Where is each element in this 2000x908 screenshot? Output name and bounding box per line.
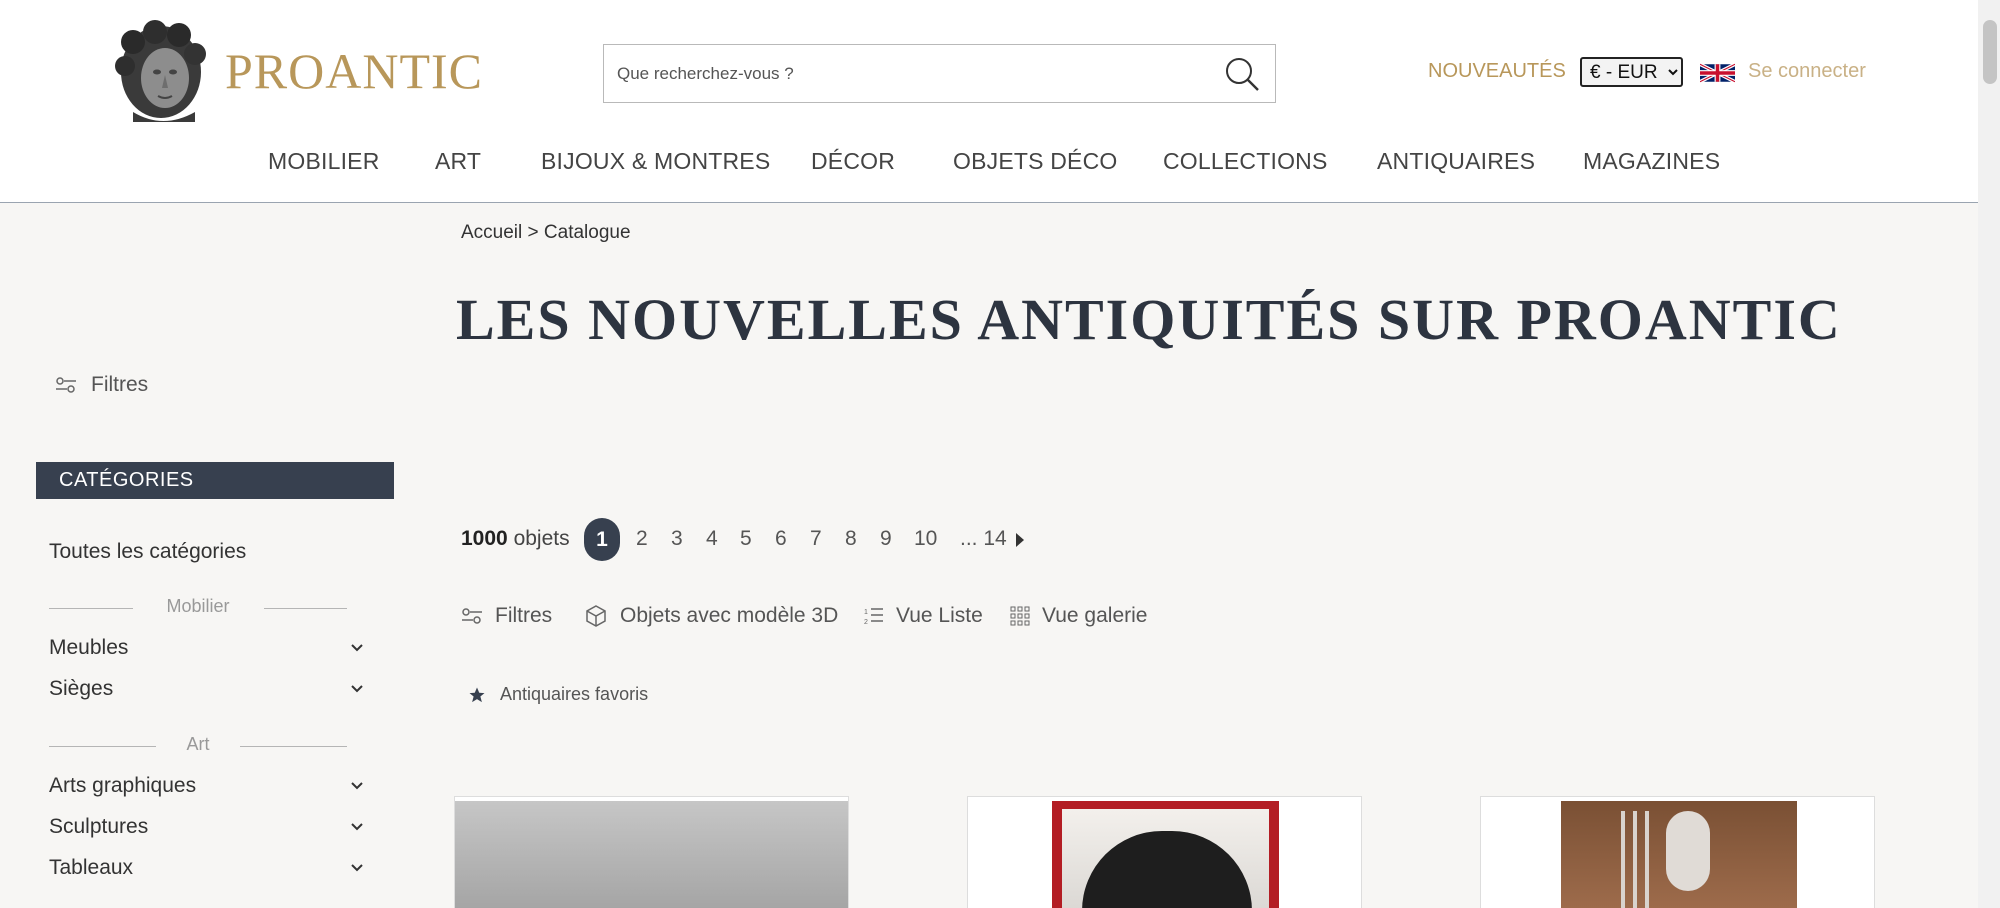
product-image bbox=[455, 801, 848, 908]
category-label: Meubles bbox=[49, 636, 129, 659]
chevron-down-icon[interactable] bbox=[349, 778, 365, 794]
result-count-number: 1000 bbox=[461, 527, 508, 550]
nav-art[interactable]: ART bbox=[435, 148, 481, 175]
search-box bbox=[603, 44, 1276, 103]
site-header: PROANTIC NOUVEAUTÉS € - EUR Se connecter… bbox=[0, 0, 1978, 203]
category-meubles[interactable]: Meubles bbox=[49, 636, 365, 666]
category-group-label: Art bbox=[186, 734, 210, 754]
filter-sliders-icon bbox=[462, 608, 482, 624]
main-navigation: MOBILIER ART BIJOUX & MONTRES DÉCOR OBJE… bbox=[0, 148, 1978, 180]
all-categories-link[interactable]: Toutes les catégories bbox=[49, 540, 246, 564]
product-card[interactable] bbox=[1480, 796, 1875, 908]
objects-3d-label: Objets avec modèle 3D bbox=[620, 604, 839, 627]
svg-text:1: 1 bbox=[864, 609, 868, 616]
page-link[interactable]: 4 bbox=[706, 527, 718, 551]
category-label: Sièges bbox=[49, 677, 114, 700]
search-input[interactable] bbox=[604, 45, 1204, 102]
category-group-label: Mobilier bbox=[166, 596, 230, 616]
page-link-last[interactable]: ... 14 bbox=[960, 527, 1007, 551]
next-page-icon[interactable] bbox=[1014, 531, 1026, 549]
category-sculptures[interactable]: Sculptures bbox=[49, 815, 365, 845]
page-current[interactable]: 1 bbox=[584, 518, 620, 561]
category-group-mobilier: Mobilier bbox=[49, 596, 347, 620]
page-link[interactable]: 7 bbox=[810, 527, 822, 551]
category-arts-graphiques[interactable]: Arts graphiques bbox=[49, 774, 365, 804]
chevron-down-icon[interactable] bbox=[349, 819, 365, 835]
page-link[interactable]: 2 bbox=[636, 527, 648, 551]
currency-select[interactable]: € - EUR bbox=[1580, 57, 1683, 87]
objects-3d-toggle[interactable]: Objets avec modèle 3D bbox=[584, 604, 838, 628]
favorite-dealers-label: Antiquaires favoris bbox=[500, 684, 649, 704]
list-view-button[interactable]: 1 2 Vue Liste bbox=[864, 604, 983, 628]
page-link[interactable]: 6 bbox=[775, 527, 787, 551]
page-link[interactable]: 9 bbox=[880, 527, 892, 551]
product-image bbox=[1052, 801, 1279, 908]
page-scrollbar[interactable] bbox=[1978, 0, 2000, 908]
star-icon bbox=[469, 687, 485, 702]
gallery-view-button[interactable]: Vue galerie bbox=[1010, 604, 1147, 628]
sidebar-filters-label: Filtres bbox=[91, 373, 149, 396]
brand-name[interactable]: PROANTIC bbox=[225, 42, 483, 100]
svg-text:2: 2 bbox=[864, 619, 868, 626]
breadcrumb-separator: > bbox=[527, 222, 539, 243]
breadcrumb-current[interactable]: Catalogue bbox=[544, 222, 631, 243]
categories-header: CATÉGORIES bbox=[36, 462, 394, 499]
search-icon[interactable] bbox=[1223, 55, 1261, 93]
nav-mobilier[interactable]: MOBILIER bbox=[268, 148, 380, 175]
sidebar-filters-button[interactable]: Filtres bbox=[55, 373, 148, 397]
cube-3d-icon bbox=[586, 605, 606, 627]
category-label: Sculptures bbox=[49, 815, 149, 838]
nav-collections[interactable]: COLLECTIONS bbox=[1163, 148, 1328, 175]
product-card[interactable] bbox=[454, 796, 849, 908]
result-count-label: objets bbox=[513, 527, 570, 550]
gallery-view-label: Vue galerie bbox=[1042, 604, 1148, 627]
list-view-icon: 1 2 bbox=[864, 608, 883, 626]
category-tableaux[interactable]: Tableaux bbox=[49, 856, 365, 886]
filter-sliders-icon bbox=[56, 377, 76, 393]
toolbar-filters-label: Filtres bbox=[495, 604, 553, 627]
list-view-label: Vue Liste bbox=[896, 604, 983, 627]
nav-antiquaires[interactable]: ANTIQUAIRES bbox=[1377, 148, 1535, 175]
chevron-down-icon[interactable] bbox=[349, 860, 365, 876]
nav-objets-deco[interactable]: OBJETS DÉCO bbox=[953, 148, 1118, 175]
login-link[interactable]: Se connecter bbox=[1748, 60, 1866, 83]
page-link[interactable]: 3 bbox=[671, 527, 683, 551]
page-title: LES NOUVELLES ANTIQUITÉS SUR PROANTIC bbox=[456, 287, 1842, 352]
favorite-dealers-toggle[interactable]: Antiquaires favoris bbox=[468, 684, 648, 705]
category-label: Tableaux bbox=[49, 856, 134, 879]
nav-bijoux-montres[interactable]: BIJOUX & MONTRES bbox=[541, 148, 770, 175]
product-card[interactable] bbox=[967, 796, 1362, 908]
category-label: Arts graphiques bbox=[49, 774, 197, 797]
category-group-art: Art bbox=[49, 734, 347, 758]
chevron-down-icon[interactable] bbox=[349, 640, 365, 656]
page-link[interactable]: 5 bbox=[740, 527, 752, 551]
breadcrumb: Accueil > Catalogue bbox=[461, 222, 631, 244]
nouveautes-link[interactable]: NOUVEAUTÉS bbox=[1428, 60, 1566, 83]
nav-magazines[interactable]: MAGAZINES bbox=[1583, 148, 1720, 175]
breadcrumb-home[interactable]: Accueil bbox=[461, 222, 522, 243]
logo-bust-icon[interactable] bbox=[113, 20, 208, 122]
chevron-down-icon[interactable] bbox=[349, 681, 365, 697]
uk-flag-icon[interactable] bbox=[1700, 60, 1735, 86]
page-link[interactable]: 10 bbox=[914, 527, 937, 551]
product-image bbox=[1561, 801, 1797, 908]
grid-view-icon bbox=[1010, 606, 1030, 626]
scrollbar-thumb[interactable] bbox=[1983, 20, 1997, 84]
result-count: 1000 objets bbox=[461, 527, 570, 551]
page-link[interactable]: 8 bbox=[845, 527, 857, 551]
nav-decor[interactable]: DÉCOR bbox=[811, 148, 895, 175]
toolbar-filters-button[interactable]: Filtres bbox=[461, 604, 552, 628]
category-sieges[interactable]: Sièges bbox=[49, 677, 365, 707]
